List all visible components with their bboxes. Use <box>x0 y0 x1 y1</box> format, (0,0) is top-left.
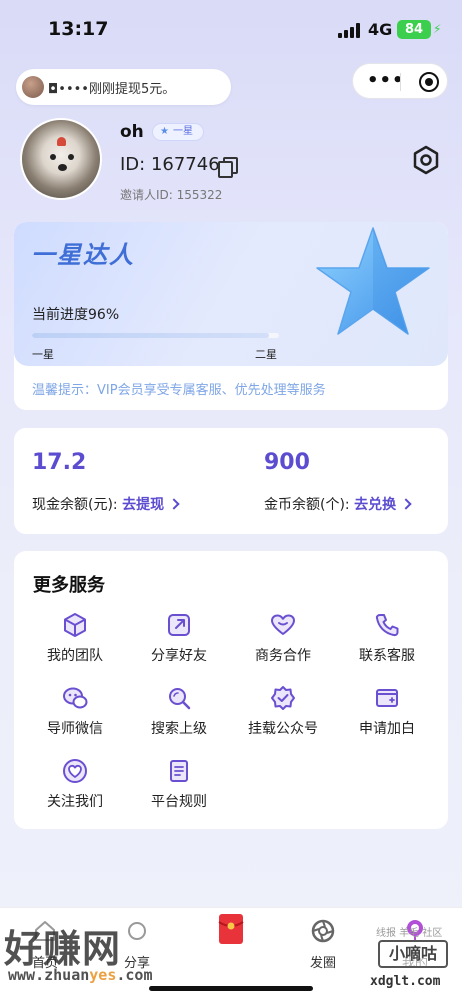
cube-icon <box>64 613 86 637</box>
watermark-url-part: www.zhuan <box>8 966 90 984</box>
miniprogram-capsule: ••• <box>352 63 448 99</box>
document-icon <box>170 760 188 782</box>
watermark-badge: 小嘀咕 <box>378 940 448 968</box>
exchange-link[interactable]: 去兑换 <box>354 497 412 513</box>
service-label: 挂载公众号 <box>248 721 318 737</box>
service-label: 平台规则 <box>151 794 207 810</box>
status-bar: 13:17 4G 84 ⚡ <box>0 0 462 60</box>
capsule-divider <box>400 73 401 91</box>
status-time: 13:17 <box>48 18 109 40</box>
service-share-friends[interactable]: 分享好友 <box>129 611 229 671</box>
services-title: 更多服务 <box>33 575 105 596</box>
service-label: 关注我们 <box>47 794 103 810</box>
service-label: 搜索上级 <box>151 721 207 737</box>
progress-fill <box>32 333 270 338</box>
ticker-avatar <box>22 76 44 98</box>
search-icon <box>169 688 191 710</box>
avatar-eye <box>68 154 74 160</box>
service-contact-support[interactable]: 联系客服 <box>337 611 437 671</box>
avatar-eye <box>50 154 56 160</box>
nickname: oh <box>120 122 144 142</box>
exchange-label: 去兑换 <box>354 497 397 513</box>
service-business[interactable]: 商务合作 <box>233 611 333 671</box>
tab-red-envelope[interactable] <box>196 912 266 954</box>
current-level-label: 一星 <box>32 348 54 361</box>
vip-tip: 温馨提示：VIP会员享受专属客服、优先处理等服务 <box>32 383 326 398</box>
cash-label: 现金余额(元): <box>32 497 118 513</box>
coin-label: 金币余额(个): <box>264 497 350 513</box>
progress-label: 当前进度96% <box>32 307 120 323</box>
watermark-url-accent: yes <box>89 966 117 984</box>
level-badge-label: 一星 <box>172 126 193 137</box>
service-label: 申请加白 <box>359 721 415 737</box>
watermark-url-right: xdglt.com <box>370 974 441 989</box>
service-label: 联系客服 <box>359 648 415 664</box>
service-platform-rules[interactable]: 平台规则 <box>129 757 229 817</box>
service-apply-whitelist[interactable]: 申请加白 <box>337 684 437 744</box>
wechat-icon <box>63 687 88 709</box>
progress-bar <box>32 333 279 338</box>
service-search-superior[interactable]: 搜索上级 <box>129 684 229 744</box>
avatar-hat <box>57 137 66 146</box>
tab-moments[interactable]: 发圈 <box>288 918 358 971</box>
copy-icon[interactable] <box>218 157 238 178</box>
verified-badge-icon <box>271 686 295 710</box>
service-mentor-wechat[interactable]: 导师微信 <box>25 684 125 744</box>
watermark-subtitle: 线报 羊毛 社区 <box>376 928 443 939</box>
level-card: 一星达人 当前进度96% 一星 二星 温馨提示：VIP会员享受专属客服、优先处理… <box>14 222 448 410</box>
watermark-url: www.zhuanyes.com <box>8 966 153 984</box>
home-indicator <box>149 986 313 991</box>
red-envelope-icon <box>218 914 244 944</box>
chevron-right-icon <box>400 498 412 510</box>
network-type: 4G <box>368 20 393 39</box>
next-level-label: 二星 <box>255 348 277 361</box>
share-icon <box>128 922 146 940</box>
service-my-team[interactable]: 我的团队 <box>25 611 125 671</box>
star-icon <box>316 227 430 335</box>
services-card: 更多服务 我的团队 分享好友 商务合作 联系客服 导师微信 搜索上级 挂载公众号… <box>14 551 448 829</box>
watermark-url-part: .com <box>116 966 153 984</box>
watermark-title: 好赚网 <box>4 926 122 971</box>
settings-icon[interactable] <box>410 144 442 176</box>
close-target-icon[interactable] <box>419 72 439 92</box>
battery-icon: 84 <box>397 20 431 39</box>
avatar-nose <box>58 164 67 171</box>
apply-card-icon <box>376 689 398 707</box>
service-label: 分享好友 <box>151 648 207 664</box>
avatar[interactable] <box>20 118 102 200</box>
heart-circle-icon <box>63 759 87 783</box>
level-banner: 一星达人 当前进度96% 一星 二星 <box>14 222 448 366</box>
withdraw-link[interactable]: 去提现 <box>122 497 180 513</box>
phone-icon <box>375 614 399 637</box>
more-icon[interactable]: ••• <box>367 70 405 91</box>
level-title: 一星达人 <box>31 241 135 269</box>
inviter-id: 邀请人ID: 155322 <box>120 188 223 202</box>
service-label: 我的团队 <box>47 648 103 664</box>
star-icon: ★ <box>160 126 169 137</box>
service-label: 商务合作 <box>255 648 311 664</box>
tab-label: 发圈 <box>309 956 336 971</box>
withdraw-label: 去提现 <box>122 497 165 513</box>
coin-row: 金币余额(个): 去兑换 <box>264 494 412 514</box>
ticker-text: ◘••••刚刚提现5元。 <box>48 82 176 97</box>
balance-card: 17.2 900 现金余额(元): 去提现 金币余额(个): 去兑换 <box>14 428 448 534</box>
service-label: 导师微信 <box>47 721 103 737</box>
charging-icon: ⚡ <box>433 22 442 36</box>
chevron-right-icon <box>168 498 180 510</box>
share-icon <box>168 614 190 636</box>
cash-balance: 17.2 <box>32 450 87 475</box>
level-badge: ★ 一星 <box>152 123 204 141</box>
withdraw-ticker: ◘••••刚刚提现5元。 <box>16 69 231 105</box>
signal-icon <box>338 23 362 38</box>
service-mount-official-account[interactable]: 挂载公众号 <box>233 684 333 744</box>
aperture-icon <box>311 919 335 943</box>
user-id: ID: 167746 <box>120 154 220 175</box>
coin-balance: 900 <box>264 450 310 475</box>
cash-row: 现金余额(元): 去提现 <box>32 494 180 514</box>
heart-icon <box>271 614 295 635</box>
service-follow-us[interactable]: 关注我们 <box>25 757 125 817</box>
